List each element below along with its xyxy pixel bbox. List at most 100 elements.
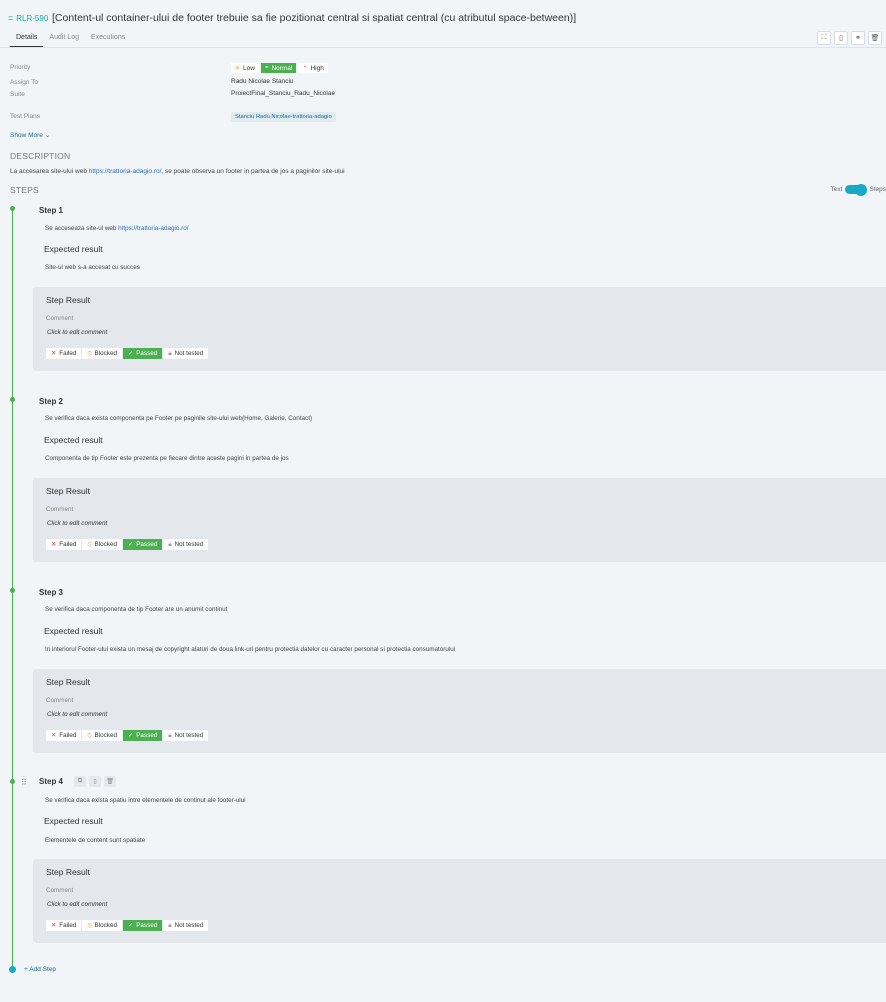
- expand-button[interactable]: ⛶: [817, 31, 831, 45]
- blocked-button[interactable]: ⦸ Blocked: [82, 348, 122, 359]
- test-plan-chip[interactable]: Stanciu Radu Nicolae-trattoria-adagio: [231, 112, 336, 122]
- text-steps-toggle[interactable]: Text Steps: [830, 183, 886, 196]
- blocked-icon: ⦸: [87, 731, 92, 739]
- close-icon: ✕: [51, 732, 57, 739]
- assign-label: Assign To: [10, 79, 39, 86]
- expected-result-text[interactable]: Elementele de content sunt spatiate: [45, 837, 145, 844]
- step-title: Step 4: [39, 777, 64, 786]
- passed-button[interactable]: ✓ Passed: [122, 539, 163, 550]
- issue-key[interactable]: RLR-590: [16, 14, 48, 23]
- step-action[interactable]: Se verifica daca componenta de tip Foote…: [45, 606, 227, 613]
- lock-icon: 🔒︎: [168, 921, 172, 929]
- assignee-value[interactable]: Radu Nicolae Stanciu: [231, 78, 294, 85]
- priority-low-label: Low: [243, 64, 255, 72]
- comment-input[interactable]: Click to edit comment: [47, 329, 107, 336]
- description-text[interactable]: La accesarea site-ului web https://tratt…: [10, 168, 345, 175]
- result-buttons: ✕ Failed ⦸ Blocked ✓ Passed 🔒︎ Not tested: [46, 730, 209, 741]
- passed-button[interactable]: ✓ Passed: [122, 730, 163, 741]
- step-dot: [9, 779, 15, 784]
- blocked-button[interactable]: ⦸ Blocked: [82, 920, 122, 931]
- tab-executions[interactable]: Executions: [85, 32, 131, 47]
- failed-button[interactable]: ✕ Failed: [46, 539, 82, 550]
- step-result-panel: Step Result Comment Click to edit commen…: [33, 478, 886, 562]
- issue-key-link[interactable]: = RLR-590: [8, 13, 48, 23]
- lock-icon: 🔒︎: [168, 731, 172, 739]
- toggle-switch[interactable]: [845, 183, 868, 196]
- comment-input[interactable]: Click to edit comment: [47, 711, 107, 718]
- not-tested-button[interactable]: 🔒︎ Not tested: [163, 920, 209, 931]
- step-action[interactable]: Se verifica daca exista spatiu intre ele…: [45, 797, 246, 804]
- passed-button[interactable]: ✓ Passed: [122, 920, 163, 931]
- description-text-part: La accesarea site-ului web: [10, 168, 89, 175]
- clone-button[interactable]: ▯: [834, 31, 848, 45]
- clone-icon: ▯: [839, 35, 843, 42]
- priority-label: Priority: [10, 64, 31, 71]
- show-more-link[interactable]: Show More ⌄: [10, 131, 50, 139]
- priority-high[interactable]: ⌃ High: [298, 63, 328, 73]
- step-title: Step 2: [39, 397, 64, 406]
- priority-low[interactable]: ✕ Low: [231, 63, 259, 73]
- tab-details[interactable]: Details: [10, 32, 44, 47]
- passed-button[interactable]: ✓ Passed: [122, 348, 163, 359]
- blocked-button[interactable]: ⦸ Blocked: [82, 730, 122, 741]
- header-divider: [0, 47, 886, 48]
- tab-audit-log[interactable]: Audit Log: [43, 32, 85, 47]
- comment-input[interactable]: Click to edit comment: [47, 520, 107, 527]
- failed-label: Failed: [59, 922, 77, 929]
- check-icon: ✓: [127, 922, 134, 929]
- toggle-steps-label: Steps: [869, 186, 886, 193]
- tab-bar: Details Audit Log Executions: [10, 32, 131, 47]
- blocked-label: Blocked: [94, 732, 117, 739]
- copy-link-button[interactable]: ⚭: [851, 31, 865, 45]
- comment-label: Comment: [46, 315, 74, 322]
- expand-icon: ⛶: [821, 34, 827, 41]
- passed-label: Passed: [136, 350, 158, 357]
- drag-handle-icon[interactable]: ⠿: [21, 778, 27, 787]
- step-result-panel: Step Result Comment Click to edit commen…: [33, 669, 886, 753]
- step-result-title: Step Result: [46, 295, 90, 305]
- not-tested-button[interactable]: 🔒︎ Not tested: [163, 730, 209, 741]
- delete-step-button[interactable]: 🗑: [104, 776, 116, 787]
- not-tested-label: Not tested: [174, 922, 204, 929]
- expected-result-text[interactable]: In interiorul Footer-ului exista un mesa…: [45, 646, 455, 653]
- copy-step-button[interactable]: ⧉: [74, 776, 86, 787]
- step-action-link[interactable]: https://trattoria-adagio.ro/: [118, 225, 188, 232]
- step-action[interactable]: Se verifica daca exista componenta pe Fo…: [45, 415, 312, 422]
- clone-step-button[interactable]: ▯: [89, 776, 101, 787]
- comment-input[interactable]: Click to edit comment: [47, 901, 107, 908]
- step-result-title: Step Result: [46, 677, 90, 687]
- add-step-button[interactable]: + Add Step: [24, 966, 56, 973]
- expected-result-text[interactable]: Site-ul web s-a accesat cu succes: [45, 264, 140, 271]
- show-more-label: Show More: [10, 132, 43, 139]
- result-buttons: ✕ Failed ⦸ Blocked ✓ Passed 🔒︎ Not tested: [46, 539, 209, 550]
- not-tested-button[interactable]: 🔒︎ Not tested: [163, 348, 209, 359]
- blocked-icon: ⦸: [87, 540, 92, 548]
- step-dot: [9, 397, 15, 402]
- toolbar: ⛶ ▯ ⚭ 🗑: [817, 31, 882, 45]
- failed-button[interactable]: ✕ Failed: [46, 730, 82, 741]
- failed-button[interactable]: ✕ Failed: [46, 920, 82, 931]
- comment-label: Comment: [46, 887, 74, 894]
- toggle-text-label: Text: [830, 186, 843, 193]
- close-icon: ✕: [51, 350, 57, 357]
- priority-normal-label: Normal: [271, 64, 293, 72]
- step-result-title: Step Result: [46, 867, 90, 877]
- delete-button[interactable]: 🗑: [868, 31, 882, 45]
- description-link[interactable]: https://trattoria-adagio.ro/: [89, 168, 162, 175]
- blocked-label: Blocked: [94, 922, 117, 929]
- priority-normal[interactable]: = Normal: [260, 63, 297, 73]
- step-action[interactable]: Se acceseaza site-ul web https://trattor…: [45, 225, 189, 232]
- blocked-button[interactable]: ⦸ Blocked: [82, 539, 122, 550]
- failed-label: Failed: [59, 732, 77, 739]
- failed-label: Failed: [59, 350, 77, 357]
- not-tested-button[interactable]: 🔒︎ Not tested: [163, 539, 209, 550]
- result-buttons: ✕ Failed ⦸ Blocked ✓ Passed 🔒︎ Not tested: [46, 920, 209, 931]
- suite-value[interactable]: ProiectFinal_Stanciu_Radu_Nicolae: [231, 90, 335, 97]
- expected-result-text[interactable]: Componenta de tip Footer este prezenta p…: [45, 455, 289, 462]
- suite-label: Suite: [10, 91, 25, 98]
- failed-button[interactable]: ✕ Failed: [46, 348, 82, 359]
- priority-selector: ✕ Low = Normal ⌃ High: [231, 63, 328, 73]
- expected-result-label: Expected result: [44, 244, 103, 254]
- step-title: Step 1: [39, 206, 64, 215]
- issue-title[interactable]: [Content-ul container-ului de footer tre…: [52, 12, 576, 24]
